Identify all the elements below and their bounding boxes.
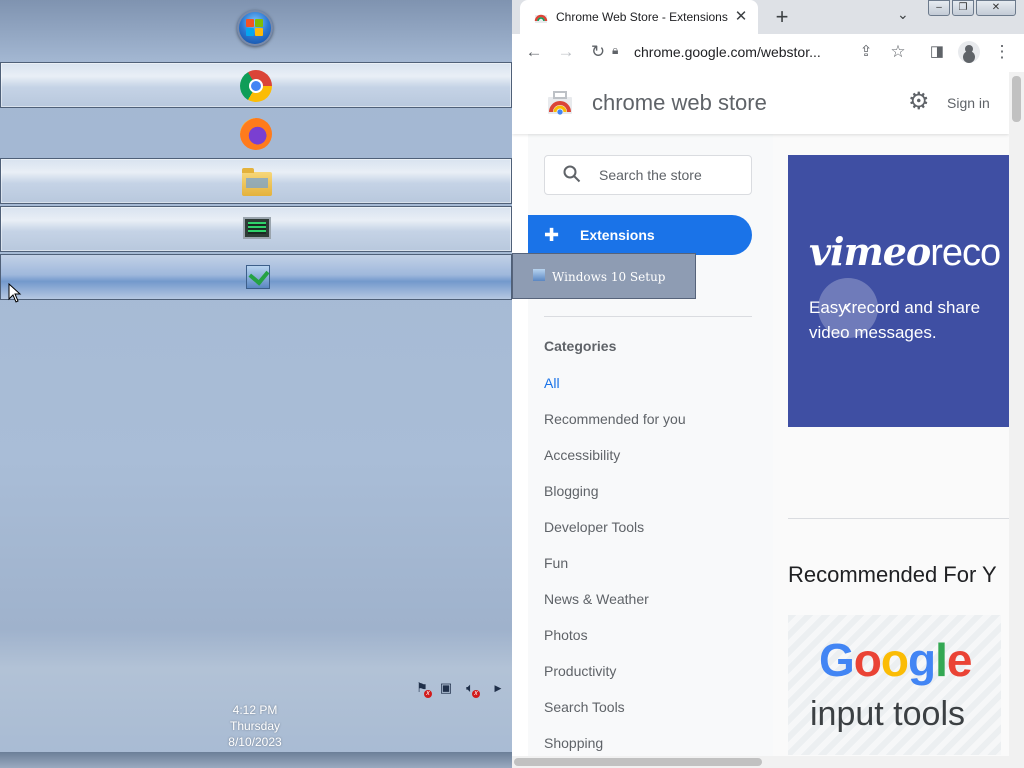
back-arrow-icon[interactable]: ←	[524, 42, 544, 62]
category-shopping[interactable]: Shopping	[544, 735, 603, 751]
banner-logo: vimeoreco	[809, 229, 1001, 275]
carousel-prev-chevron-icon[interactable]: ‹	[818, 278, 878, 338]
flag-icon[interactable]: ⚑ x	[414, 680, 432, 698]
taskbar-button-firefox[interactable]	[0, 110, 512, 156]
bookmark-star-icon[interactable]: ☆	[888, 42, 908, 62]
close-window-icon[interactable]: ✕	[976, 0, 1016, 16]
new-tab-button[interactable]: +	[772, 4, 792, 30]
nav-extensions[interactable]: ✚ Extensions	[528, 215, 752, 255]
show-hidden-icon[interactable]: ▶	[490, 680, 506, 696]
category-developer-tools[interactable]: Developer Tools	[544, 519, 644, 535]
category-news-weather[interactable]: News & Weather	[544, 591, 649, 607]
share-icon[interactable]: ⇪	[856, 42, 876, 62]
category-photos[interactable]: Photos	[544, 627, 588, 643]
vertical-scrollbar[interactable]	[1009, 72, 1024, 756]
vertical-scroll-thumb[interactable]	[1012, 76, 1021, 122]
reload-icon[interactable]: ↻	[588, 42, 608, 62]
lock-icon[interactable]: 🔒︎	[612, 43, 618, 58]
gear-icon[interactable]: ⚙	[908, 90, 932, 114]
chrome-window: Chrome Web Store - Extensions ✕ + ⌄ – ❐ …	[512, 0, 1024, 768]
tooltip-text: Windows 10 Setup	[552, 270, 666, 284]
main-divider	[788, 518, 1009, 519]
store-header: chrome web store ⚙ Sign in	[512, 72, 1009, 134]
browser-toolbar: ← → ↻ 🔒︎ chrome.google.com/webstor... ⇪ …	[512, 34, 1024, 73]
banner-logo-thin: reco	[930, 232, 1001, 274]
extension-card-google-input-tools[interactable]: Google input tools	[788, 615, 1001, 755]
sidebar-divider	[544, 316, 752, 317]
card-subtitle: input tools	[810, 695, 965, 733]
search-placeholder: Search the store	[599, 167, 702, 183]
profile-avatar-icon[interactable]	[958, 41, 980, 63]
taskbar-button-chrome[interactable]	[0, 62, 512, 108]
category-productivity[interactable]: Productivity	[544, 663, 616, 679]
category-search-tools[interactable]: Search Tools	[544, 699, 625, 715]
firefox-icon	[240, 118, 272, 150]
start-area	[0, 0, 512, 60]
tab-search-chevron-icon[interactable]: ⌄	[897, 6, 909, 23]
tab-title: Chrome Web Store - Extensions	[556, 10, 728, 24]
windows-logo-icon	[246, 19, 264, 37]
recommended-heading: Recommended For Y	[788, 562, 997, 587]
setup-icon	[246, 265, 270, 289]
horizontal-scroll-thumb[interactable]	[514, 758, 762, 766]
chrome-icon	[240, 70, 272, 102]
taskbar-tooltip: Windows 10 Setup	[512, 253, 696, 299]
tab-chrome-web-store[interactable]: Chrome Web Store - Extensions ✕	[520, 0, 758, 34]
taskbar-button-windows-10-setup[interactable]	[0, 254, 512, 300]
taskbar-button-file-explorer[interactable]	[0, 158, 512, 204]
nav-extensions-label: Extensions	[580, 227, 655, 243]
store-sidebar: Search the store ✚ Extensions Categories…	[528, 134, 773, 756]
more-menu-icon[interactable]: ⋮	[992, 42, 1012, 62]
restore-icon[interactable]: ❐	[952, 0, 974, 16]
taskbar: ⚑ x ▣ 🔈︎ x ▶ 4:12 PM Thursday 8/10/2023	[0, 0, 512, 768]
categories-heading: Categories	[544, 338, 617, 354]
web-store-page: chrome web store ⚙ Sign in Search the st…	[512, 72, 1009, 756]
minimize-icon[interactable]: –	[928, 0, 950, 16]
start-button[interactable]	[237, 10, 273, 46]
clock-time: 4:12 PM	[232, 703, 278, 717]
featured-banner[interactable]: vimeoreco Easy record and share video me…	[788, 155, 1009, 427]
folder-icon	[242, 168, 272, 196]
search-icon	[563, 165, 581, 183]
tab-strip: Chrome Web Store - Extensions ✕ + ⌄ – ❐ …	[512, 0, 1024, 34]
forward-arrow-icon[interactable]: →	[556, 42, 576, 62]
clock-date: 8/10/2023	[228, 735, 282, 749]
store-title[interactable]: chrome web store	[592, 90, 767, 116]
web-store-favicon-icon	[534, 14, 548, 23]
banner-logo-bold: vimeo	[809, 229, 931, 274]
puzzle-piece-icon: ✚	[544, 225, 560, 245]
category-accessibility[interactable]: Accessibility	[544, 447, 620, 463]
horizontal-scrollbar[interactable]	[512, 756, 1024, 768]
category-blogging[interactable]: Blogging	[544, 483, 599, 499]
window-controls: – ❐ ✕	[928, 0, 1018, 16]
taskbar-button-system-monitor[interactable]	[0, 206, 512, 252]
category-recommended[interactable]: Recommended for you	[544, 411, 686, 427]
volume-muted-icon[interactable]: 🔈︎ x	[462, 680, 480, 698]
close-tab-icon[interactable]: ✕	[732, 7, 750, 25]
side-panel-icon[interactable]: ◨	[927, 42, 947, 62]
store-main: vimeoreco Easy record and share video me…	[773, 134, 1009, 756]
network-icon[interactable]: ▣	[438, 680, 454, 696]
category-all[interactable]: All	[544, 375, 560, 391]
system-tray: ⚑ x ▣ 🔈︎ x ▶	[414, 680, 504, 698]
sign-in-link[interactable]: Sign in	[947, 95, 990, 111]
search-input[interactable]: Search the store	[544, 155, 752, 195]
clock-day: Thursday	[229, 719, 281, 733]
setup-icon	[533, 269, 545, 281]
web-store-logo-icon[interactable]	[546, 88, 574, 116]
address-bar[interactable]: chrome.google.com/webstor...	[634, 44, 821, 60]
clock[interactable]: 4:12 PM Thursday 8/10/2023	[200, 702, 310, 750]
taskbar-edge	[0, 752, 512, 768]
card-brand: Google	[819, 634, 972, 686]
monitor-icon	[243, 217, 271, 239]
category-fun[interactable]: Fun	[544, 555, 568, 571]
